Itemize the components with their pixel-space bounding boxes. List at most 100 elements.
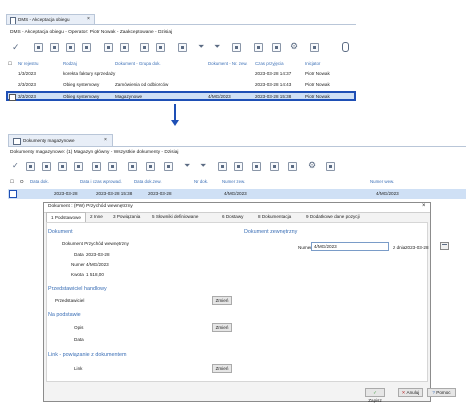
tab-label: 1 Podstawowe <box>51 215 81 220</box>
data-value: 2023-03-28 <box>86 252 110 257</box>
cell-nr: 3/3/2023 <box>18 94 36 99</box>
opis-label: Opis <box>74 325 84 330</box>
cell-nr: 2/3/2023 <box>18 82 36 87</box>
col-data-czas[interactable]: Data i czas wprowad. <box>80 179 122 184</box>
new-document-icon[interactable] <box>104 43 113 52</box>
section-podstawie-heading: Na podstawie <box>48 312 81 318</box>
lock-icon[interactable] <box>254 43 263 52</box>
delete-icon[interactable] <box>74 162 83 171</box>
accept-icon[interactable]: ✓ <box>12 161 19 170</box>
col-nr-dok[interactable]: Nr dok. <box>194 179 208 184</box>
top-window: DMS - Akceptacja obiegu × DMS - Akceptac… <box>0 0 360 110</box>
attachment-icon[interactable] <box>288 162 297 171</box>
col-czas-przyjecia[interactable]: Czas przyjęcia <box>255 61 284 66</box>
mid-window: Dokumenty magazynowe × Dokumenty magazyn… <box>0 130 474 205</box>
tab-dostawy[interactable]: 6 Dostawy <box>222 212 243 222</box>
row-checkbox[interactable] <box>9 190 17 198</box>
tab-dodatkowe-dane[interactable]: 9 Dodatkowe dane pozycji <box>306 212 360 222</box>
print-icon[interactable] <box>140 43 149 52</box>
col-nr-rejestru[interactable]: Nr rejestru <box>18 61 39 66</box>
col-nr-zew[interactable]: Dokument - Nr. zew. <box>208 61 248 66</box>
help-icon: ? <box>432 390 435 395</box>
zmien-link-button[interactable]: Zmień <box>212 364 232 373</box>
unlock-icon[interactable] <box>272 43 281 52</box>
zew-numer-input[interactable]: 4/MG/2023 <box>311 242 389 251</box>
col-rodzaj[interactable]: Rodzaj <box>63 61 77 66</box>
cell-grupa: Zamówienia od odbiorców <box>115 82 169 87</box>
close-icon[interactable]: × <box>104 137 107 143</box>
col-numer-wew[interactable]: Numer wew. <box>370 179 394 184</box>
tab-label: DMS - Akceptacja obiegu <box>18 17 70 22</box>
new-document-icon[interactable] <box>26 162 35 171</box>
col-inicjator[interactable]: Inicjator <box>305 61 320 66</box>
search-icon[interactable] <box>146 162 155 171</box>
filter-icon[interactable]: ⏷ <box>184 161 190 171</box>
tab-slowniki[interactable]: 5 Słowniki definiowane <box>152 212 198 222</box>
pomoc-button[interactable]: ? Pomoc <box>427 388 456 397</box>
gear-icon[interactable]: ⚙ <box>308 160 316 171</box>
zmien-przedstawiciel-button[interactable]: Zmień <box>212 296 232 305</box>
preview-icon[interactable] <box>128 162 137 171</box>
table-row[interactable]: 1/3/2023 korekta faktury sprzedaży 2023-… <box>6 69 356 78</box>
tab-dokumentacja[interactable]: 8 Dokumentacja <box>258 212 291 222</box>
close-icon[interactable]: × <box>87 16 90 22</box>
search-icon[interactable] <box>178 43 187 52</box>
cell-data: 2023-03-28 <box>54 191 78 196</box>
dokument-type: Dokument Przychód wewnętrzny <box>62 241 129 246</box>
layout-icon[interactable] <box>232 43 241 52</box>
filter-clear-icon[interactable]: ⏷ <box>214 42 220 52</box>
export-icon[interactable] <box>66 43 75 52</box>
layout-icon[interactable] <box>218 162 227 171</box>
col-data-dok-zew[interactable]: Data dok.zew. <box>134 179 162 184</box>
cell-rodzaj: korekta faktury sprzedaży <box>63 71 116 76</box>
table-row-selected[interactable]: 3/3/2023 Obieg systemowy Magazynowe 4/MG… <box>6 91 356 101</box>
col-numer-zew[interactable]: Numer zew. <box>222 179 245 184</box>
edit-icon[interactable] <box>34 43 43 52</box>
table-icon[interactable] <box>310 43 319 52</box>
numer-label: Numer <box>71 262 85 267</box>
numer-value: 4/MG/2023 <box>86 262 109 267</box>
print-options-icon[interactable] <box>108 162 117 171</box>
mouse-icon[interactable] <box>342 42 349 52</box>
zew-numer-label: Numer <box>298 245 312 250</box>
table-row-selected[interactable]: 2023-03-28 2023-03-28 15:38 2023-03-28 4… <box>8 189 466 199</box>
filter-icon[interactable]: ⏷ <box>198 42 204 52</box>
zapisz-button[interactable]: ✓ Zapisz <box>365 388 385 403</box>
breadcrumb: DMS - Akceptacja obiegu - Operator: Piot… <box>10 30 173 35</box>
preview-icon[interactable] <box>120 43 129 52</box>
calendar-icon[interactable] <box>440 242 449 250</box>
gear-icon[interactable]: ⚙ <box>290 41 298 52</box>
cell-nr: 1/3/2023 <box>18 71 36 76</box>
columns-icon[interactable] <box>326 162 335 171</box>
table-row[interactable]: 2/3/2023 Obieg systemowy Zamówienia od o… <box>6 80 356 89</box>
filter-clear-icon[interactable]: ⏷ <box>200 161 206 171</box>
breadcrumb: Dokumenty magazynowe: (1) Magazyn główny… <box>10 150 179 155</box>
edit-icon[interactable] <box>42 162 51 171</box>
header-checkbox[interactable]: ☐ <box>10 179 14 185</box>
cell-rodzaj: Obieg systemowy <box>63 82 100 87</box>
pomoc-label: Pomoc <box>436 390 451 395</box>
barcode-icon[interactable] <box>252 162 261 171</box>
print-options-icon[interactable] <box>156 43 165 52</box>
col-grupa-dok[interactable]: Dokument - Grupa dok. <box>115 61 161 66</box>
arrow-head <box>171 120 179 126</box>
zmien-podstawie-button[interactable]: Zmień <box>212 323 232 332</box>
copy-icon[interactable] <box>50 43 59 52</box>
tab-inne[interactable]: 2 Inne <box>90 212 103 222</box>
accept-icon[interactable]: ✓ <box>12 42 20 53</box>
refresh-icon[interactable] <box>234 162 243 171</box>
anuluj-button[interactable]: ✕ Anuluj <box>398 388 423 397</box>
col-data-dok[interactable]: Data dok. <box>30 179 49 184</box>
row-checkbox[interactable] <box>9 94 16 101</box>
copy-icon[interactable] <box>58 162 67 171</box>
print-icon[interactable] <box>92 162 101 171</box>
close-icon[interactable]: × <box>422 203 426 209</box>
chat-icon[interactable] <box>270 162 279 171</box>
import-icon[interactable] <box>82 43 91 52</box>
zew-z-dnia-value[interactable]: 2023-03-28 <box>405 245 429 250</box>
section-dokument-heading: Dokument <box>48 229 73 235</box>
kwota-label: Kwota <box>71 272 84 277</box>
header-checkbox[interactable]: ☐ <box>8 61 12 67</box>
tab-powiazania[interactable]: 3 Powiązania <box>113 212 140 222</box>
binoculars-icon[interactable] <box>164 162 173 171</box>
